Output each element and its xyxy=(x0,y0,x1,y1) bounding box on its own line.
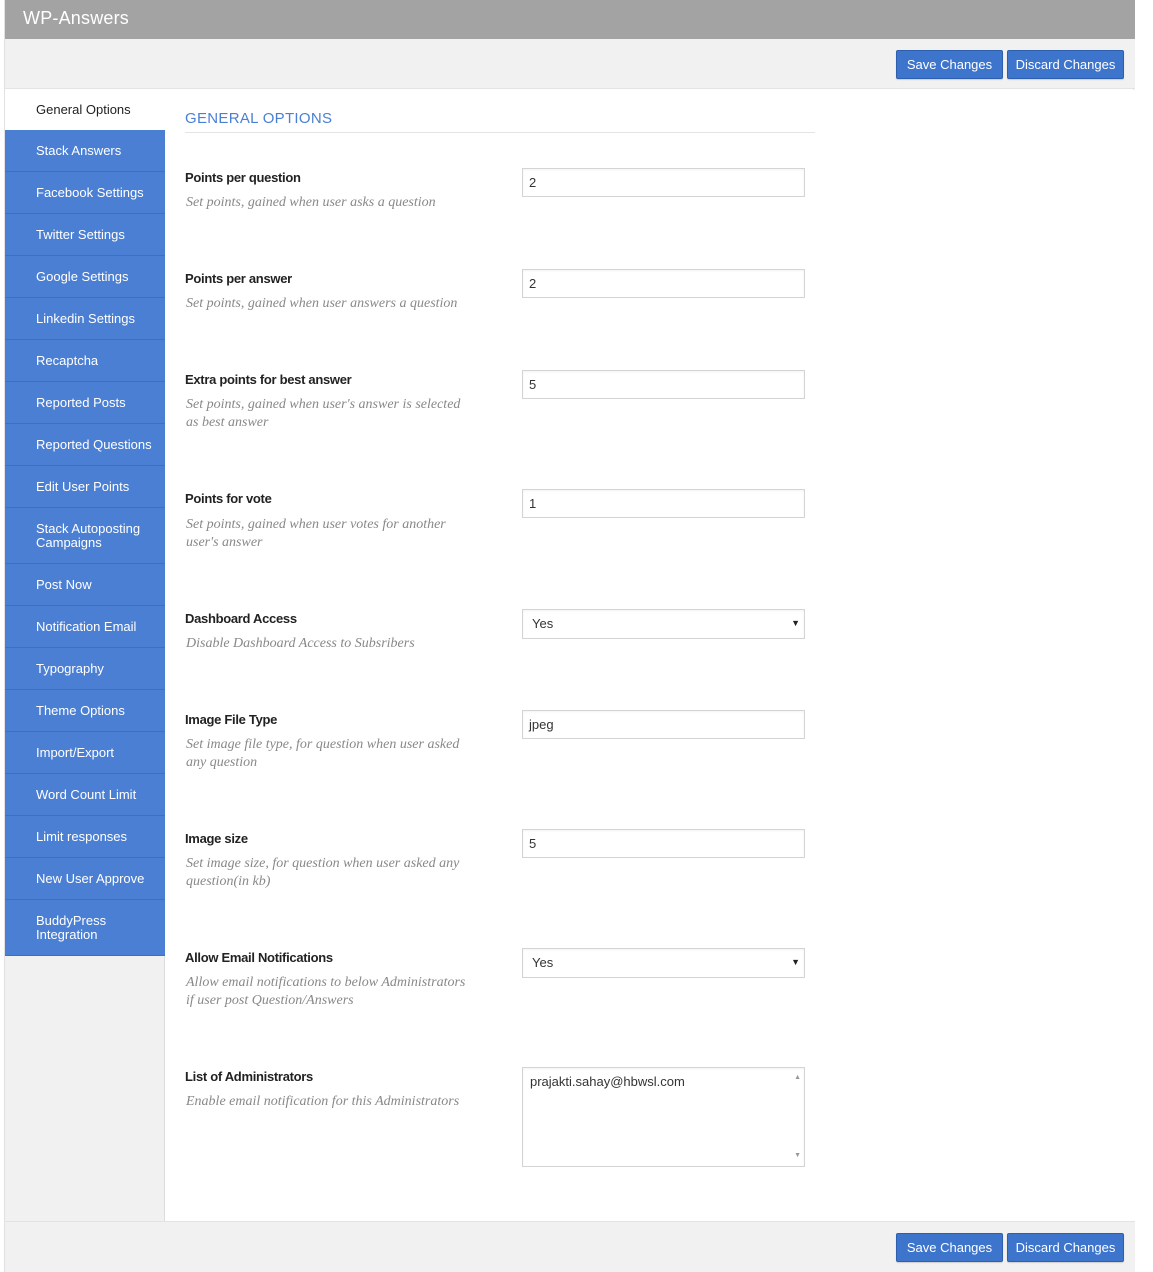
section-title: GENERAL OPTIONS xyxy=(185,110,333,127)
top-toolbar: Save Changes Discard Changes xyxy=(5,39,1135,89)
points-for-vote-input[interactable]: 1 xyxy=(522,489,805,518)
administrators-textarea[interactable]: prajakti.sahay@hbwsl.com ▲ ▼ xyxy=(522,1067,805,1167)
option-description-points-per-answer: Set points, gained when user answers a q… xyxy=(186,296,458,311)
option-label-extra-points-best-answer: Extra points for best answer xyxy=(185,372,352,387)
sidebar-item-theme-options[interactable]: Theme Options xyxy=(5,690,165,732)
chevron-down-icon: ▼ xyxy=(791,957,800,967)
sidebar-item-notification-email[interactable]: Notification Email xyxy=(5,606,165,648)
title-bar: WP-Answers xyxy=(5,0,1135,39)
image-size-input[interactable]: 5 xyxy=(522,829,805,858)
scroll-up-arrow-icon[interactable]: ▲ xyxy=(794,1070,801,1086)
sidebar-item-stack-autoposting-campaigns[interactable]: Stack Autoposting Campaigns xyxy=(5,508,165,564)
option-label-points-for-vote: Points for vote xyxy=(185,491,272,506)
option-label-points-per-answer: Points per answer xyxy=(185,271,292,286)
sidebar-item-linkedin-settings[interactable]: Linkedin Settings xyxy=(5,298,165,340)
scroll-down-arrow-icon[interactable]: ▼ xyxy=(794,1148,801,1164)
section-divider xyxy=(185,132,815,133)
option-label-image-size: Image size xyxy=(185,831,248,846)
dashboard-access-select[interactable]: Yes ▼ xyxy=(522,609,805,639)
discard-button-bottom[interactable]: Discard Changes xyxy=(1007,1233,1124,1262)
bottom-toolbar: Save Changes Discard Changes xyxy=(5,1221,1135,1272)
points-per-question-input[interactable]: 2 xyxy=(522,168,805,197)
sidebar-item-word-count-limit[interactable]: Word Count Limit xyxy=(5,774,165,816)
allow-email-notifications-selected-value: Yes xyxy=(532,955,554,970)
administrators-textarea-value: prajakti.sahay@hbwsl.com xyxy=(530,1074,685,1089)
app-title: WP-Answers xyxy=(23,8,130,28)
extra-points-best-answer-input[interactable]: 5 xyxy=(522,370,805,399)
sidebar-item-buddypress-integration[interactable]: BuddyPress Integration xyxy=(5,900,165,956)
chevron-down-icon: ▼ xyxy=(791,618,800,628)
allow-email-notifications-select[interactable]: Yes ▼ xyxy=(522,948,805,978)
sidebar-item-google-settings[interactable]: Google Settings xyxy=(5,256,165,298)
sidebar-item-edit-user-points[interactable]: Edit User Points xyxy=(5,466,165,508)
option-description-allow-email-notifications: Allow email notifications to below Admin… xyxy=(186,975,466,1008)
sidebar-item-reported-posts[interactable]: Reported Posts xyxy=(5,382,165,424)
sidebar-item-typography[interactable]: Typography xyxy=(5,648,165,690)
sidebar-item-stack-answers[interactable]: Stack Answers xyxy=(5,130,165,172)
option-label-allow-email-notifications: Allow Email Notifications xyxy=(185,950,333,965)
dashboard-access-selected-value: Yes xyxy=(532,616,554,631)
sidebar-item-new-user-approve[interactable]: New User Approve xyxy=(5,858,165,900)
image-file-type-input[interactable]: jpeg xyxy=(522,710,805,739)
sidebar-item-post-now[interactable]: Post Now xyxy=(5,564,165,606)
sidebar-item-limit-responses[interactable]: Limit responses xyxy=(5,816,165,858)
option-label-points-per-question: Points per question xyxy=(185,170,301,185)
option-description-extra-points-best-answer: Set points, gained when user's answer is… xyxy=(186,397,461,430)
sidebar-item-twitter-settings[interactable]: Twitter Settings xyxy=(5,214,165,256)
main-content: GENERAL OPTIONS Points per question Set … xyxy=(166,90,1134,1221)
option-description-points-per-question: Set points, gained when user asks a ques… xyxy=(186,195,436,210)
option-label-dashboard-access: Dashboard Access xyxy=(185,611,297,626)
save-button-bottom[interactable]: Save Changes xyxy=(896,1233,1003,1262)
option-description-list-of-administrators: Enable email notification for this Admin… xyxy=(186,1094,460,1109)
sidebar-item-general-options[interactable]: General Options xyxy=(5,90,165,130)
sidebar: General Options Stack Answers Facebook S… xyxy=(5,90,165,1221)
option-description-image-file-type: Set image file type, for question when u… xyxy=(186,737,460,770)
sidebar-item-reported-questions[interactable]: Reported Questions xyxy=(5,424,165,466)
option-description-dashboard-access: Disable Dashboard Access to Subsribers xyxy=(186,636,415,651)
sidebar-item-recaptcha[interactable]: Recaptcha xyxy=(5,340,165,382)
option-description-image-size: Set image size, for question when user a… xyxy=(186,856,460,889)
settings-panel: WP-Answers Save Changes Discard Changes … xyxy=(4,0,1135,1272)
discard-button[interactable]: Discard Changes xyxy=(1007,50,1124,79)
save-button[interactable]: Save Changes xyxy=(896,50,1003,79)
option-label-image-file-type: Image File Type xyxy=(185,712,278,727)
sidebar-item-import-export[interactable]: Import/Export xyxy=(5,732,165,774)
option-label-list-of-administrators: List of Administrators xyxy=(185,1069,313,1084)
option-description-points-for-vote: Set points, gained when user votes for a… xyxy=(186,517,446,550)
points-per-answer-input[interactable]: 2 xyxy=(522,269,805,298)
sidebar-item-facebook-settings[interactable]: Facebook Settings xyxy=(5,172,165,214)
